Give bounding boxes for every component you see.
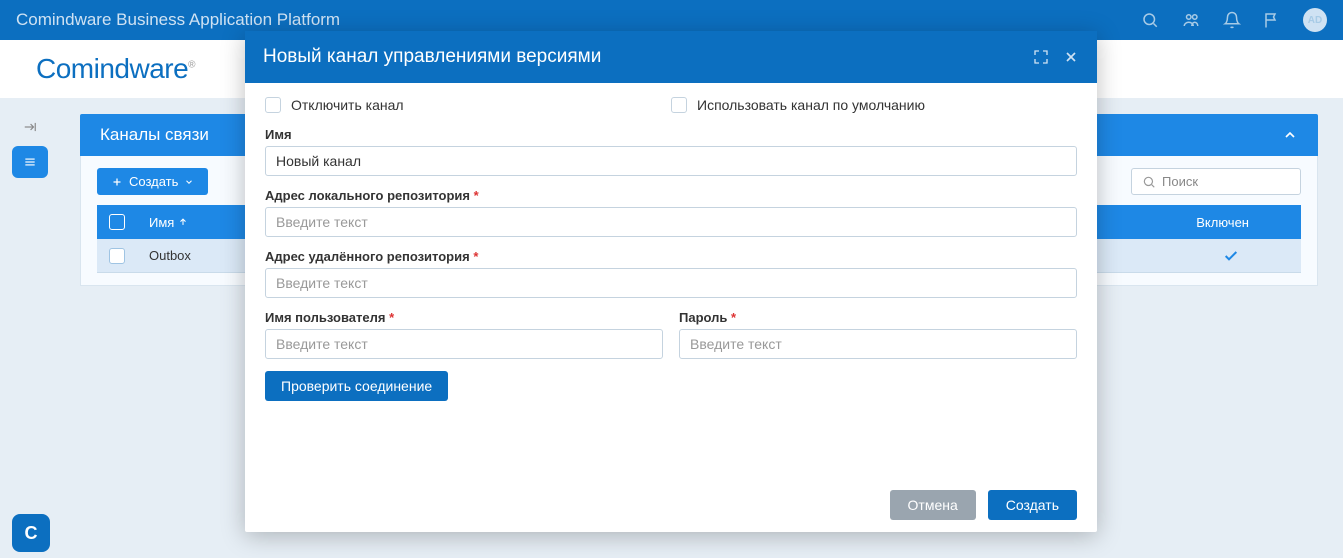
check-icon [1223, 248, 1289, 264]
remote-repo-field[interactable] [265, 268, 1077, 298]
logo: Comindware® [36, 53, 195, 85]
sidebar-app-icon[interactable]: C [12, 514, 50, 552]
column-enabled[interactable]: Включен [1196, 215, 1289, 230]
username-label: Имя пользователя * [265, 310, 663, 325]
test-connection-button[interactable]: Проверить соединение [265, 371, 448, 401]
sidebar-collapse-icon[interactable] [21, 120, 39, 134]
create-button[interactable]: Создать [97, 168, 208, 195]
cancel-button[interactable]: Отмена [890, 490, 976, 520]
modal: Новый канал управлениями версиями Отключ… [245, 31, 1097, 532]
name-label: Имя [265, 127, 1077, 142]
local-repo-field[interactable] [265, 207, 1077, 237]
use-default-checkbox[interactable]: Использовать канал по умолчанию [671, 97, 1077, 113]
modal-header: Новый канал управлениями версиями [245, 31, 1097, 83]
row-checkbox[interactable] [109, 248, 125, 264]
sidebar [0, 98, 60, 558]
panel-title: Каналы связи [100, 125, 209, 145]
column-name[interactable]: Имя [149, 215, 188, 230]
username-field[interactable] [265, 329, 663, 359]
disable-channel-checkbox[interactable]: Отключить канал [265, 97, 671, 113]
search-input[interactable]: Поиск [1131, 168, 1301, 195]
app-title: Comindware Business Application Platform [16, 10, 340, 30]
users-icon[interactable] [1181, 11, 1201, 29]
avatar[interactable]: AD [1303, 8, 1327, 32]
create-modal-button[interactable]: Создать [988, 490, 1077, 520]
name-field[interactable] [265, 146, 1077, 176]
select-all-checkbox[interactable] [109, 214, 125, 230]
password-label: Пароль * [679, 310, 1077, 325]
sidebar-menu-icon[interactable] [12, 146, 48, 178]
panel-collapse-icon[interactable] [1282, 127, 1298, 143]
bell-icon[interactable] [1223, 11, 1241, 29]
password-field[interactable] [679, 329, 1077, 359]
flag-icon[interactable] [1263, 11, 1281, 29]
maximize-icon[interactable] [1033, 49, 1049, 65]
local-repo-label: Адрес локального репозитория * [265, 188, 1077, 203]
row-name: Outbox [149, 248, 191, 263]
header-icons: AD [1141, 8, 1327, 32]
modal-title: Новый канал управлениями версиями [263, 46, 601, 68]
search-icon[interactable] [1141, 11, 1159, 29]
close-icon[interactable] [1063, 49, 1079, 65]
modal-body: Отключить канал Использовать канал по ум… [245, 83, 1097, 477]
remote-repo-label: Адрес удалённого репозитория * [265, 249, 1077, 264]
modal-footer: Отмена Создать [245, 477, 1097, 532]
